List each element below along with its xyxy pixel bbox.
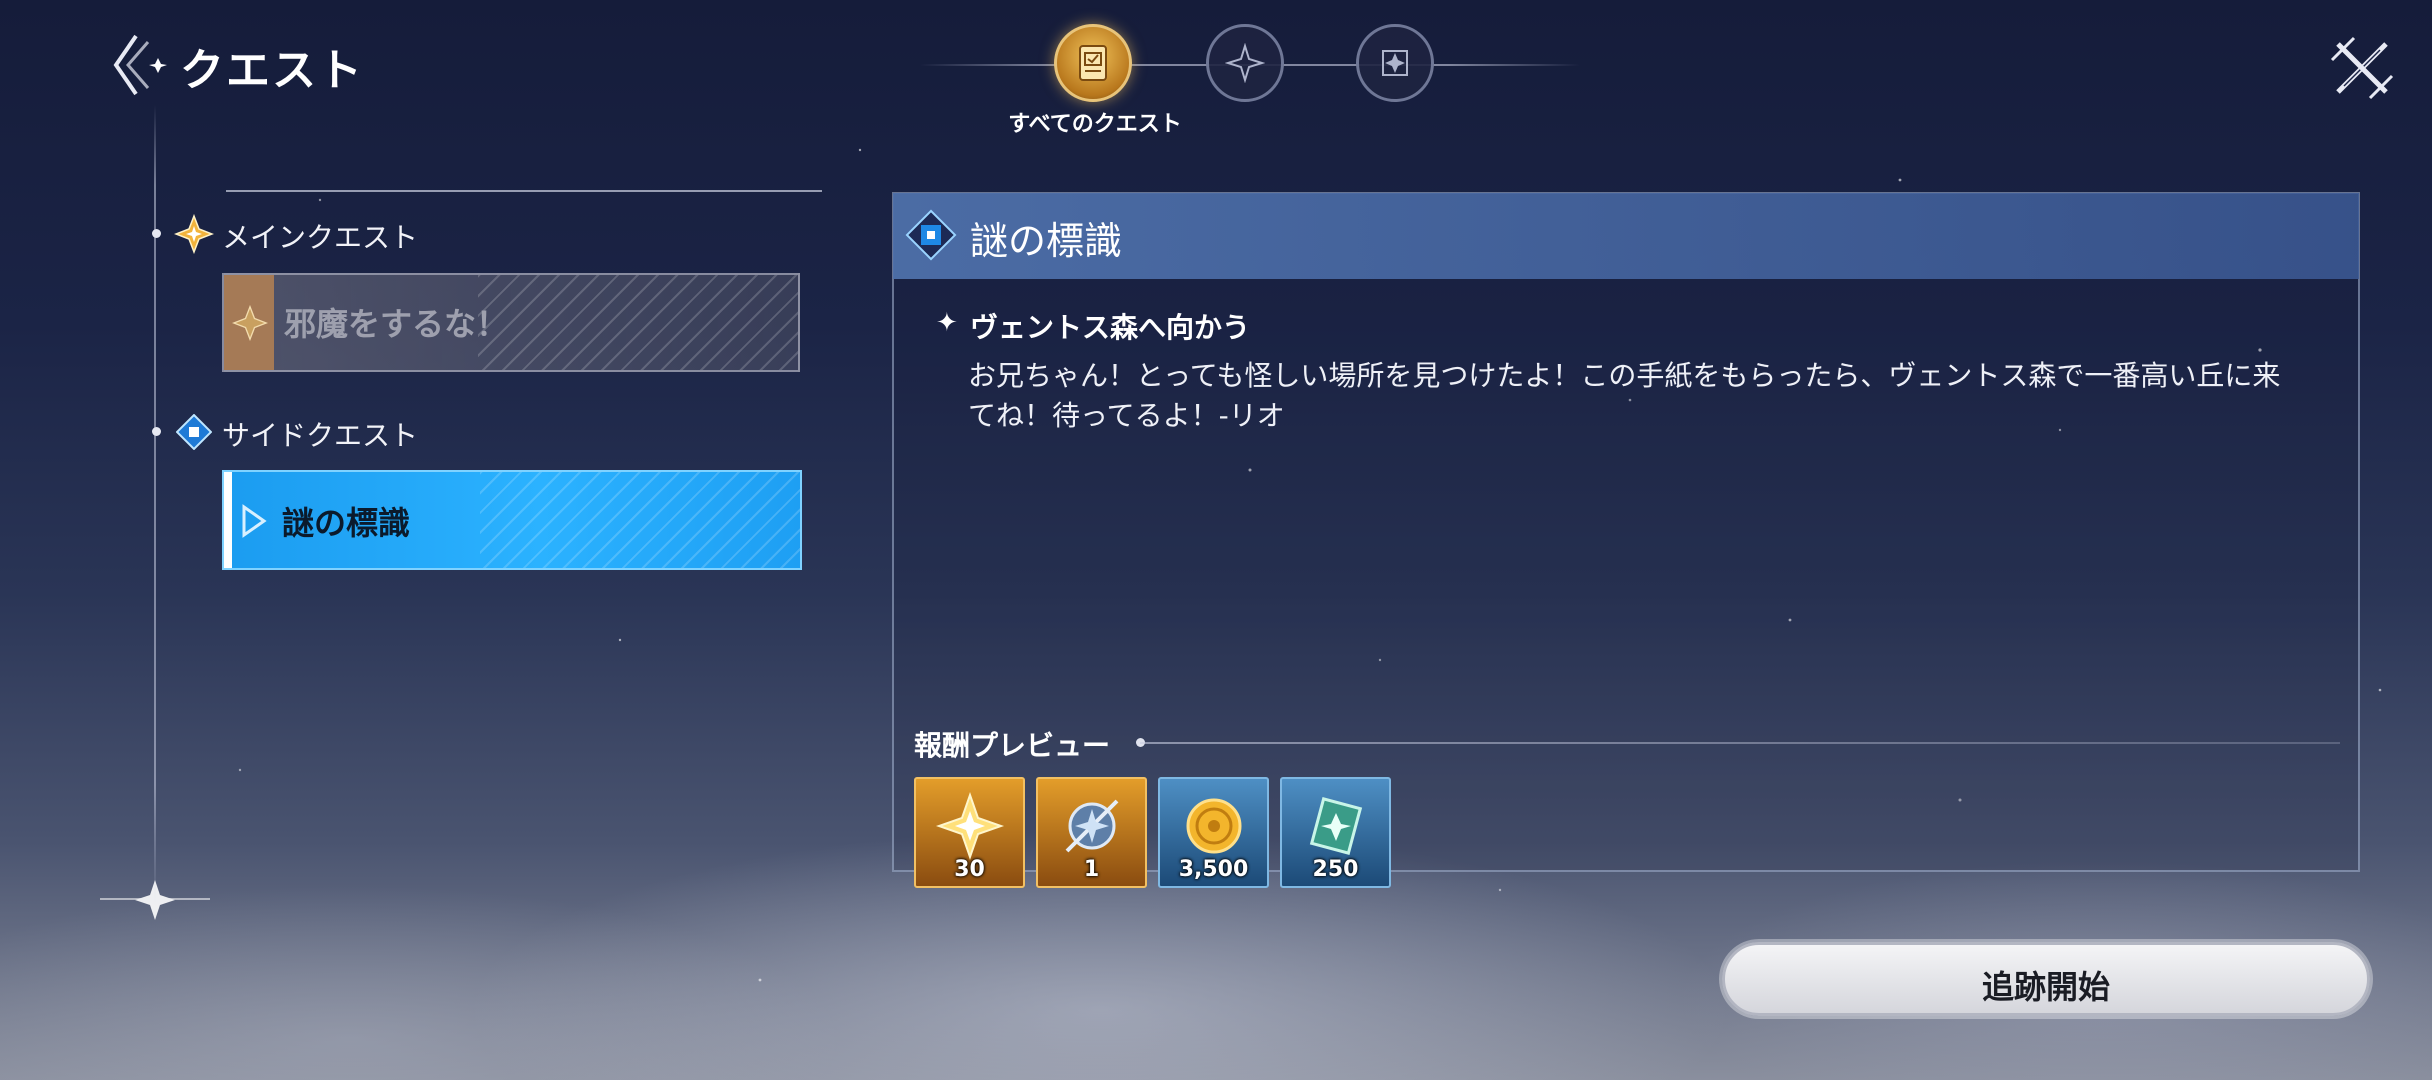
scroll-icon — [1079, 45, 1107, 81]
reward-preview-label: 報酬プレビュー — [914, 729, 1111, 762]
start-tracking-label: 追跡開始 — [1981, 968, 2110, 1006]
objective-star-icon: ✦ — [936, 308, 958, 338]
blue-diamond-icon — [176, 414, 212, 450]
back-button[interactable] — [110, 30, 174, 100]
diamond-star-icon — [1382, 50, 1408, 76]
selection-bar — [224, 472, 232, 568]
start-tracking-button[interactable]: 追跡開始 — [1722, 942, 2370, 1016]
reward-qty: 1 — [1083, 857, 1100, 882]
corner-menu-button[interactable] — [2324, 30, 2400, 106]
reward-qty: 30 — [954, 857, 985, 882]
compass-gem-icon — [1065, 799, 1118, 853]
gold-star-icon — [174, 214, 214, 254]
back-chevron-icon — [113, 34, 167, 96]
reward-qty: 250 — [1312, 857, 1359, 882]
reward-item[interactable]: 250 — [1280, 777, 1391, 888]
tab-diamond-quests[interactable] — [1356, 24, 1434, 102]
quest-detail-title: 謎の標識 — [970, 219, 1123, 263]
reward-divider — [1140, 742, 2340, 744]
quest-item-label: 謎の標識 — [282, 504, 411, 542]
reward-item[interactable]: 1 — [1036, 777, 1147, 888]
blue-diamond-icon — [905, 209, 957, 261]
quest-detail-panel — [892, 192, 2360, 872]
tab-star-quests[interactable] — [1206, 24, 1284, 102]
reward-qty: 3,500 — [1178, 857, 1249, 882]
page-title: クエスト — [180, 45, 364, 96]
quest-item-side[interactable]: 謎の標識 — [222, 470, 802, 570]
gold-star-icon — [232, 305, 268, 341]
tree-dot — [152, 427, 161, 436]
reward-item[interactable]: 30 — [914, 777, 1025, 888]
tree-line — [154, 105, 156, 905]
list-divider — [226, 190, 822, 192]
objective-title: ヴェントス森へ向かう — [970, 311, 1251, 344]
crystal-card-icon — [1309, 797, 1362, 856]
gold-star-icon — [935, 792, 1004, 861]
quest-item-label: 邪魔をするな！ — [284, 305, 509, 343]
tab-all-quests[interactable] — [1054, 24, 1132, 102]
active-tab-label: すべてのクエスト — [1008, 112, 1182, 137]
quest-item-main[interactable]: 邪魔をするな！ — [222, 273, 800, 372]
category-side-quest: サイドクエスト — [222, 419, 419, 452]
tree-dot — [152, 229, 161, 238]
gold-coin-icon — [1186, 798, 1241, 854]
four-point-star-icon — [1225, 43, 1265, 83]
objective-description: お兄ちゃん！とっても怪しい場所を見つけたよ！この手紙をもらったら、ヴェントス森で… — [968, 359, 2281, 432]
crossed-swords-icon — [2330, 36, 2394, 100]
play-arrow-icon — [242, 504, 267, 538]
reward-item[interactable]: 3,500 — [1158, 777, 1269, 888]
category-main-quest: メインクエスト — [222, 221, 419, 254]
